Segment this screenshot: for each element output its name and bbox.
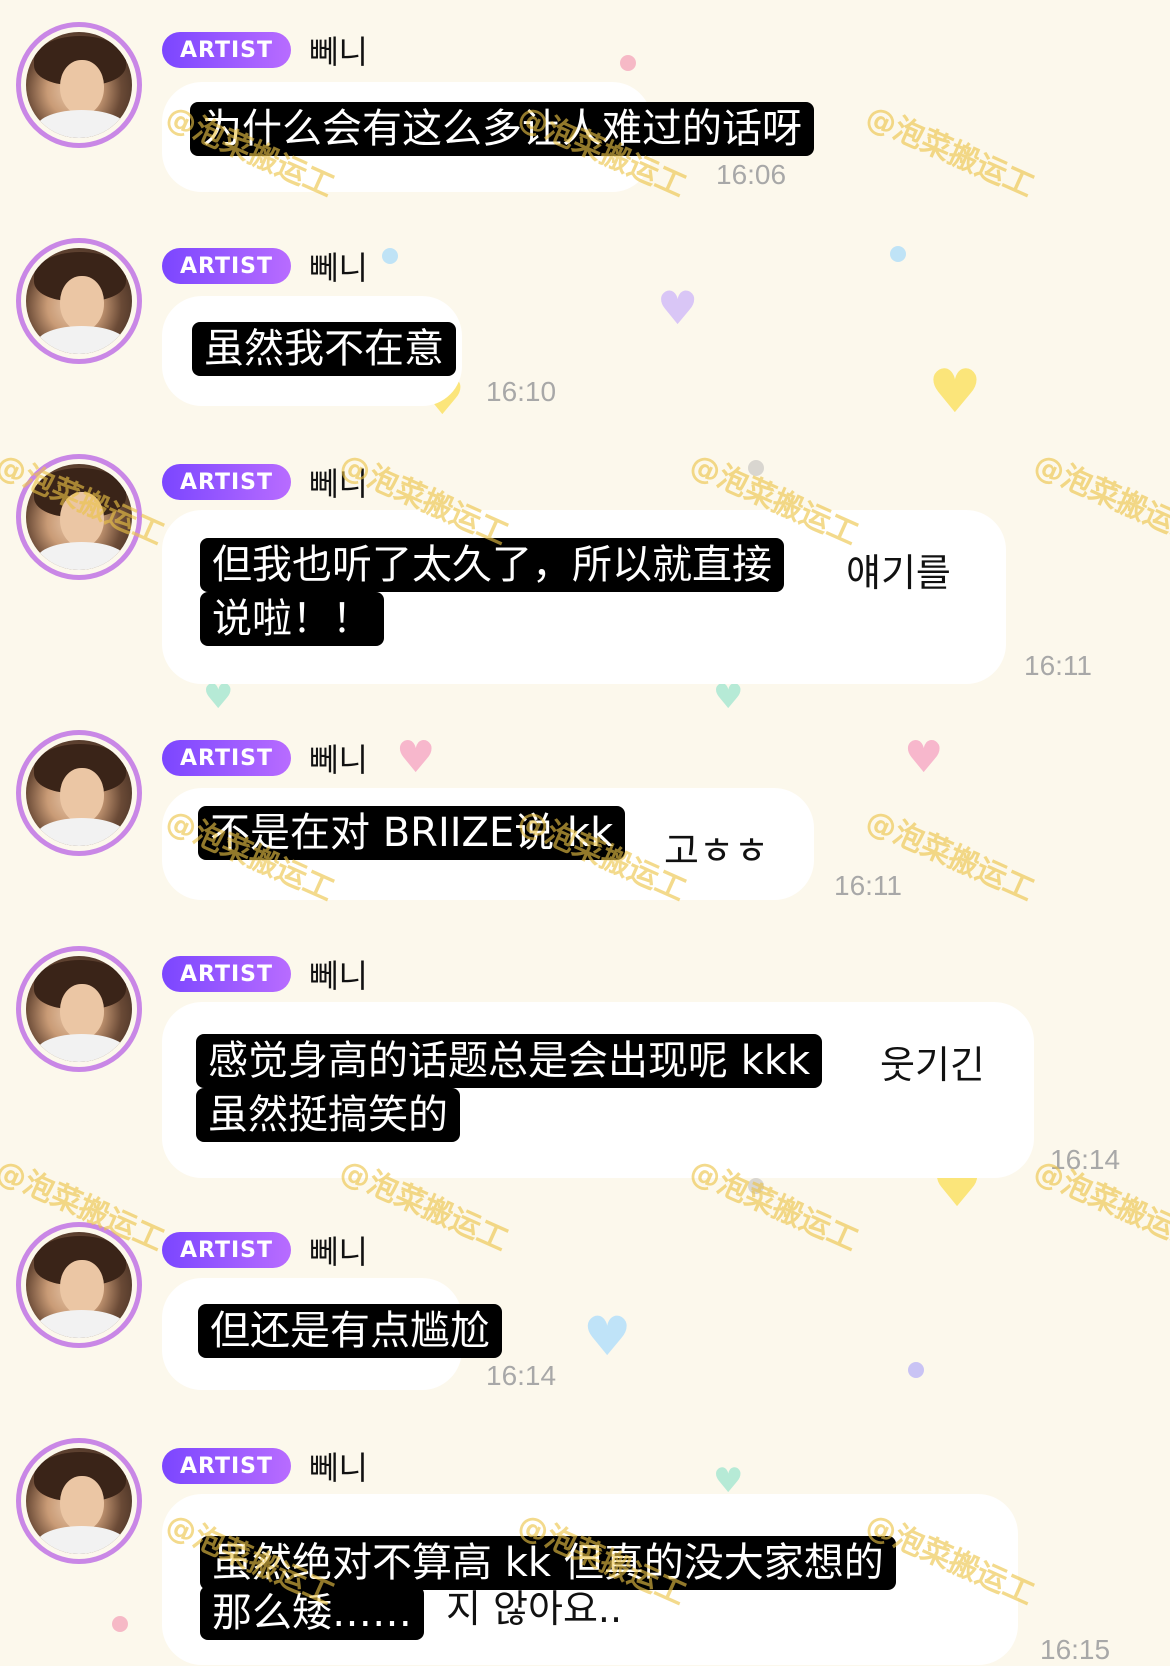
artist-badge: ARTIST [162,248,292,284]
sender-name[interactable]: 뻬니 [309,243,368,289]
subtitle-line: 那么矮…… [200,1586,424,1640]
original-text-line: 얘기를 [846,551,951,595]
message-header: ARTIST 뻬니 [162,951,368,997]
subtitle-line: 但我也听了太久了，所以就直接 [200,538,784,592]
message-header: ARTIST 뻬니 [162,1227,368,1273]
message-header: ARTIST 뻬니 [162,27,368,73]
message-header: ARTIST 뻬니 [162,459,368,505]
sender-name[interactable]: 뻬니 [309,735,368,781]
decor-heart-icon: ♥ [904,732,944,783]
artist-badge: ARTIST [162,464,292,500]
subtitle-line: 虽然绝对不算高 kk 但真的没大家想的 [200,1536,896,1590]
message-header: ARTIST 뻬니 [162,1443,368,1489]
decor-heart-icon: ♥ [396,732,436,783]
decor-dot [112,1616,128,1632]
subtitle-line: 说啦！！ [200,592,384,646]
decor-dot [890,246,906,262]
message-time: 16:14 [486,1360,557,1391]
subtitle-line: 不是在对 BRIIZE说 kk [198,806,626,860]
decor-heart-icon: ♥ [928,357,982,427]
avatar[interactable] [16,730,142,856]
decor-heart-icon: ♥ [583,1305,632,1368]
artist-badge: ARTIST [162,1232,292,1268]
sender-name[interactable]: 뻬니 [309,1227,368,1273]
decor-dot [908,1362,924,1378]
original-text-line: 고ㅎㅎ [664,829,769,873]
sender-name[interactable]: 뻬니 [309,27,368,73]
watermark: @泡菜搬运工 [860,99,1040,205]
artist-badge: ARTIST [162,1448,292,1484]
original-text-line: 웃기긴 [880,1043,985,1087]
decor-dot [748,1178,764,1194]
decor-heart-icon: ♥ [713,1461,744,1501]
sender-name[interactable]: 뻬니 [309,951,368,997]
decor-heart-icon: ♥ [657,281,699,335]
message-header: ARTIST 뻬니 [162,243,368,289]
watermark: @泡菜搬运工 [1028,447,1170,553]
message-time: 16:14 [1050,1144,1121,1175]
avatar[interactable] [16,238,142,364]
decor-dot [382,248,398,264]
message-time: 16:11 [1024,650,1092,681]
sender-name[interactable]: 뻬니 [309,459,368,505]
avatar[interactable] [16,946,142,1072]
message-time: 16:06 [716,159,787,190]
avatar[interactable] [16,1438,142,1564]
artist-badge: ARTIST [162,740,292,776]
subtitle-line: 虽然挺搞笑的 [196,1088,460,1142]
artist-badge: ARTIST [162,956,292,992]
avatar[interactable] [16,1222,142,1348]
message-time: 16:10 [486,376,557,407]
message-time: 16:11 [834,870,902,901]
avatar[interactable] [16,22,142,148]
decor-heart-icon: ♥ [203,677,234,717]
decor-dot [748,460,764,476]
decor-dot [620,55,636,71]
subtitle-line: 但还是有点尴尬 [198,1304,502,1358]
subtitle-line: 感觉身高的话题总是会出现呢 kkk [196,1034,823,1088]
artist-badge: ARTIST [162,32,292,68]
decor-heart-icon: ♥ [713,677,744,717]
sender-name[interactable]: 뻬니 [309,1443,368,1489]
message-header: ARTIST 뻬니 [162,735,368,781]
subtitle-line: 为什么会有这么多让人难过的话呀 [190,102,814,156]
subtitle-line: 虽然我不在意 [192,322,456,376]
avatar[interactable] [16,454,142,580]
message-time: 16:15 [1040,1634,1111,1665]
